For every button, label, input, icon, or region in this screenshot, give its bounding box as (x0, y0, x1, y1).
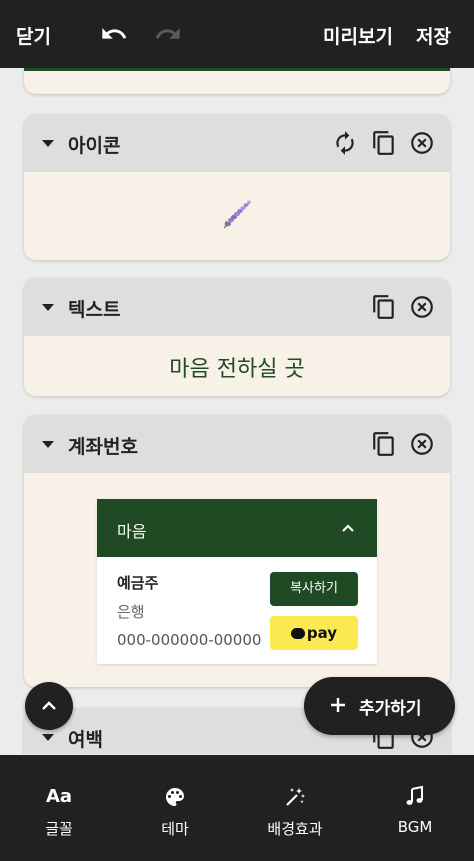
collapse-caret-icon[interactable] (42, 304, 54, 311)
plus-icon (331, 698, 345, 712)
collapse-caret-icon[interactable] (42, 734, 54, 741)
nav-bgm-label: BGM (397, 818, 433, 836)
chevron-up-icon[interactable] (341, 521, 355, 535)
account-bank: 은행 (117, 603, 145, 621)
scroll-to-top-button[interactable] (25, 682, 73, 730)
top-app-bar: 닫기 미리보기 저장 (0, 0, 474, 68)
font-icon: Aa (45, 786, 73, 807)
chat-bubble-icon (290, 628, 305, 639)
nav-bgm[interactable]: BGM (356, 755, 474, 861)
account-box-header[interactable]: 마음 (97, 499, 377, 557)
icon-section-header[interactable]: 아이콘 (24, 114, 450, 172)
redo-icon[interactable] (154, 20, 182, 48)
nav-theme-label: 테마 (161, 820, 189, 838)
replace-icon[interactable] (332, 130, 358, 156)
account-section-header[interactable]: 계좌번호 (24, 415, 450, 473)
text-section-card: 텍스트 마음 전하실 곳 (24, 278, 450, 396)
duplicate-icon[interactable] (371, 294, 397, 320)
delete-icon[interactable] (409, 130, 435, 156)
text-content[interactable]: 마음 전하실 곳 (24, 336, 450, 396)
collapse-caret-icon[interactable] (42, 441, 54, 448)
account-number: 000-000000-00000 (117, 631, 262, 649)
section-title: 여백 (68, 729, 103, 751)
section-title: 아이콘 (68, 135, 121, 157)
close-button[interactable]: 닫기 (16, 22, 51, 49)
previous-section-card (24, 68, 450, 94)
duplicate-icon[interactable] (371, 431, 397, 457)
section-title: 계좌번호 (68, 436, 138, 458)
account-section-card: 계좌번호 마음 예금주 은행 000-000000-00000 복사하기 pay (24, 415, 450, 687)
chevron-up-icon (42, 701, 56, 710)
account-box: 마음 예금주 은행 000-000000-00000 복사하기 pay (97, 499, 377, 664)
nav-font[interactable]: Aa 글꼴 (0, 755, 118, 861)
delete-icon[interactable] (409, 431, 435, 457)
editor-content[interactable]: 아이콘 텍스트 마음 전하실 곳 계좌번호 마음 예금주 은행 000-0000… (0, 68, 474, 754)
text-section-header[interactable]: 텍스트 (24, 278, 450, 336)
delete-icon[interactable] (409, 294, 435, 320)
copy-button[interactable]: 복사하기 (270, 572, 358, 606)
divider-line (24, 68, 450, 71)
account-box-label: 마음 (117, 522, 147, 541)
lavender-icon (223, 200, 251, 229)
account-holder: 예금주 (117, 574, 159, 592)
bottom-nav: Aa 글꼴 테마 배경효과 BGM (0, 755, 474, 861)
icon-section-card: 아이콘 (24, 114, 450, 260)
add-section-button[interactable]: 추가하기 (304, 677, 455, 735)
music-note-icon (406, 785, 423, 805)
pay-label: pay (306, 624, 338, 642)
nav-effects-label: 배경효과 (267, 820, 323, 838)
undo-icon[interactable] (100, 20, 128, 48)
save-button[interactable]: 저장 (416, 22, 451, 49)
add-section-label: 추가하기 (359, 699, 422, 719)
duplicate-icon[interactable] (371, 130, 397, 156)
section-title: 텍스트 (68, 299, 121, 321)
collapse-caret-icon[interactable] (42, 140, 54, 147)
nav-font-label: 글꼴 (45, 820, 73, 838)
magic-wand-icon (286, 788, 305, 806)
kakao-pay-button[interactable]: pay (270, 616, 358, 650)
nav-effects[interactable]: 배경효과 (236, 755, 354, 861)
nav-theme[interactable]: 테마 (116, 755, 234, 861)
palette-icon (166, 788, 184, 806)
preview-button[interactable]: 미리보기 (323, 22, 393, 49)
